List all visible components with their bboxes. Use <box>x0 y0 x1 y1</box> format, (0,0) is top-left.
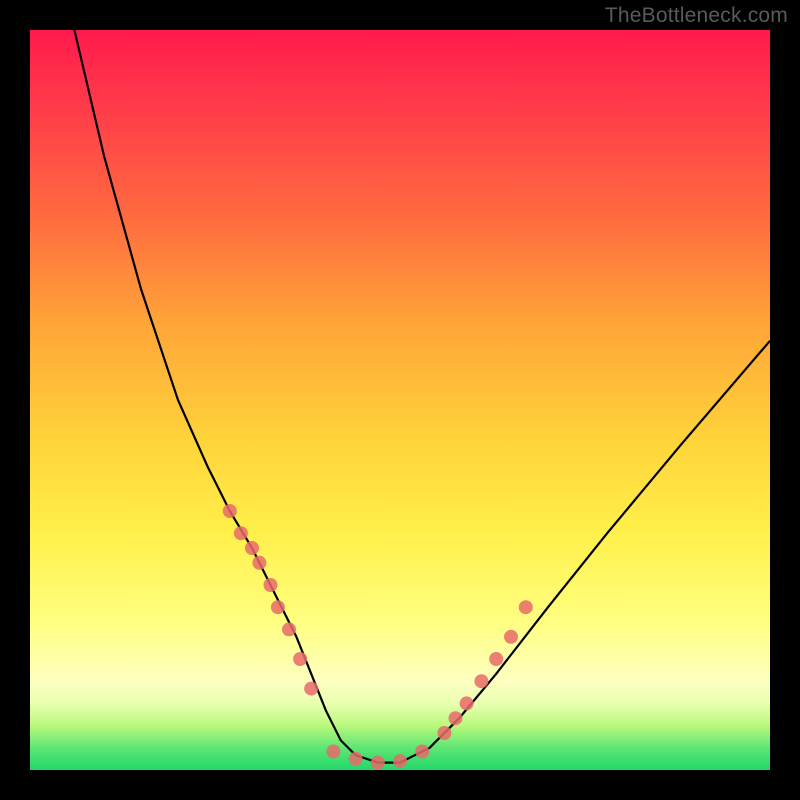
data-marker <box>449 711 463 725</box>
data-marker <box>474 674 488 688</box>
curve-svg <box>30 30 770 770</box>
data-marker <box>223 504 237 518</box>
data-marker <box>415 745 429 759</box>
data-marker <box>252 556 266 570</box>
data-marker <box>349 752 363 766</box>
data-marker <box>326 745 340 759</box>
data-marker <box>271 600 285 614</box>
curve-group <box>74 30 770 763</box>
data-marker <box>519 600 533 614</box>
data-marker <box>264 578 278 592</box>
watermark-text: TheBottleneck.com <box>605 4 788 28</box>
outer-frame: TheBottleneck.com <box>0 0 800 800</box>
data-marker <box>504 630 518 644</box>
data-marker <box>304 682 318 696</box>
plot-area <box>30 30 770 770</box>
data-marker <box>489 652 503 666</box>
data-marker <box>371 756 385 770</box>
bottleneck-curve <box>74 30 770 763</box>
data-marker <box>393 754 407 768</box>
data-marker <box>234 526 248 540</box>
data-marker <box>282 622 296 636</box>
data-marker <box>245 541 259 555</box>
data-marker <box>460 696 474 710</box>
data-marker <box>293 652 307 666</box>
data-marker <box>437 726 451 740</box>
marker-group <box>223 504 533 770</box>
